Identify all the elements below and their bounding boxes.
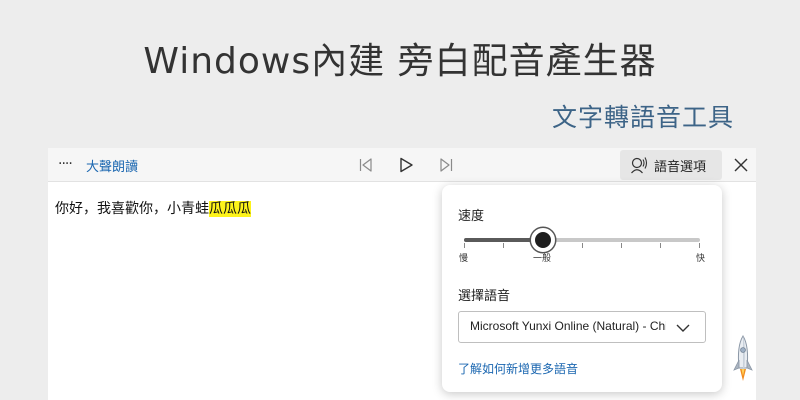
speed-min-label: 慢 (459, 254, 469, 264)
speed-label: 速度 (458, 209, 485, 224)
learn-more-voices-link[interactable]: 了解如何新增更多語音 (458, 360, 578, 377)
voice-options-button[interactable]: 語音選項 (620, 150, 722, 180)
speed-tick (464, 243, 465, 248)
speed-tick (699, 243, 700, 248)
speed-slider[interactable] (464, 228, 700, 252)
chevron-down-icon (676, 324, 690, 332)
content-text: 你好，我喜歡你，小青蛙 (55, 201, 209, 217)
skip-next-icon (440, 158, 453, 172)
read-aloud-label: 大聲朗讀 (86, 160, 139, 175)
select-voice-label: 選擇語音 (458, 289, 511, 304)
speed-max-label: 快 (696, 254, 706, 264)
voice-select-dropdown[interactable]: Microsoft Yunxi Online (Natural) - Chine… (458, 311, 706, 343)
voice-options-label: 語音選項 (654, 159, 707, 175)
close-icon (734, 158, 748, 172)
voice-options-panel: 速度 慢 一般 快 選擇語音 Microsoft Yunxi Online (N… (442, 185, 722, 392)
reading-content: 你好，我喜歡你，小青蛙瓜瓜瓜 (55, 198, 251, 218)
next-button[interactable] (436, 155, 456, 175)
skip-previous-icon (359, 158, 372, 172)
close-button[interactable] (732, 156, 750, 174)
speed-tick (582, 243, 583, 248)
speed-tick (660, 243, 661, 248)
speed-mid-label: 一般 (533, 254, 552, 264)
speed-tick (621, 243, 622, 248)
speed-tick (503, 243, 504, 248)
play-button[interactable] (396, 155, 416, 175)
voice-options-icon (631, 157, 648, 174)
read-aloud-toolbar: ···· 大聲朗讀 語音選項 (48, 148, 756, 182)
play-icon (400, 157, 413, 173)
page-subtitle: 文字轉語音工具 (551, 103, 734, 132)
current-word-highlight: 瓜瓜瓜 (209, 201, 251, 217)
previous-button[interactable] (356, 155, 376, 175)
screen: Windows內建 旁白配音產生器 文字轉語音工具 ···· 大聲朗讀 語音選項… (0, 0, 800, 400)
page-title: Windows內建 旁白配音產生器 (143, 41, 657, 82)
selected-voice-value: Microsoft Yunxi Online (Natural) - Chine… (470, 319, 666, 333)
rocket-icon (733, 335, 753, 381)
speed-slider-thumb[interactable] (530, 228, 555, 252)
more-options-button[interactable]: ···· (58, 154, 76, 174)
